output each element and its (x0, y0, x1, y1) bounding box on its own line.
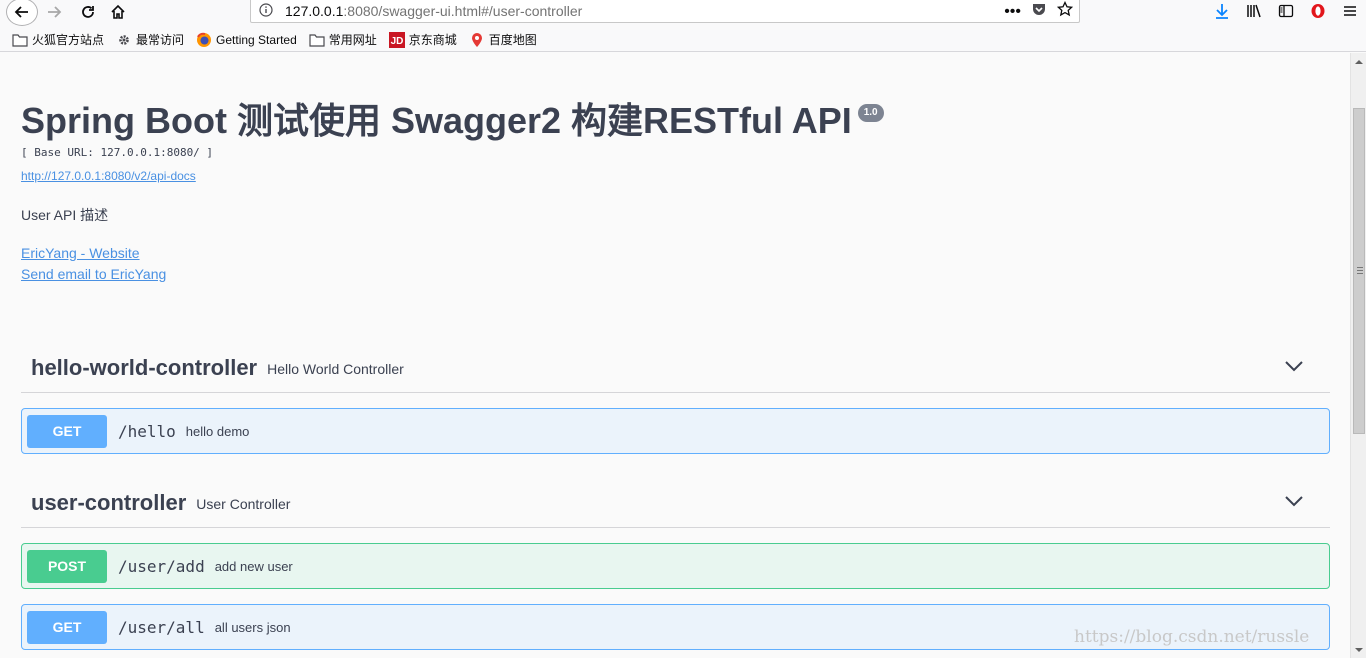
bookmark-label: 火狐官方站点 (32, 33, 105, 47)
download-icon (1216, 4, 1228, 19)
operation-path: /user/add (118, 556, 205, 576)
pocket-icon[interactable] (1031, 1, 1047, 22)
method-badge: GET (27, 610, 107, 644)
website-link[interactable]: EricYang - Website (21, 245, 884, 261)
email-link[interactable]: Send email to EricYang (21, 266, 884, 282)
operation-path: /user/all (118, 617, 205, 637)
arrow-right-icon (48, 6, 62, 18)
operation-summary: hello demo (185, 423, 250, 439)
forward-button[interactable] (40, 0, 68, 24)
vertical-scrollbar[interactable] (1350, 53, 1366, 658)
bookmark-item[interactable]: 百度地图 (469, 31, 537, 48)
api-title: Spring Boot 测试使用 Swagger2 构建RESTful API (21, 100, 852, 141)
operation-path: /hello (118, 421, 176, 441)
scroll-up-arrow[interactable] (1351, 53, 1366, 70)
url-bar[interactable]: 127.0.0.1:8080/swagger-ui.html#/user-con… (250, 0, 1080, 23)
menu-button[interactable] (1338, 0, 1362, 22)
bookmark-star-icon[interactable] (1056, 0, 1074, 22)
tag-name: hello-world-controller (31, 354, 258, 380)
swagger-page: Spring Boot 测试使用 Swagger2 构建RESTful API … (0, 53, 1350, 658)
library-button[interactable] (1242, 0, 1266, 22)
scroll-thumb[interactable] (1353, 108, 1365, 434)
page-actions-icon[interactable]: ••• (1004, 3, 1021, 20)
tag-description: Hello World Controller (267, 360, 404, 377)
bookmarks-toolbar: 火狐官方站点 最常访问 Getting Started 常用网址 JD 京东商城… (0, 28, 1366, 52)
sidebar-button[interactable] (1274, 0, 1298, 22)
chevron-down-icon[interactable] (1284, 494, 1304, 513)
bookmark-label: 常用网址 (328, 33, 377, 47)
method-badge: POST (27, 549, 107, 583)
operation-summary: all users json (214, 619, 291, 635)
bookmark-label: 京东商城 (408, 33, 457, 47)
bookmark-label: Getting Started (216, 32, 297, 47)
scroll-down-arrow[interactable] (1351, 641, 1366, 658)
folder-icon (309, 32, 325, 48)
bookmark-item[interactable]: 火狐官方站点 (12, 31, 104, 48)
sidebar-icon (1278, 4, 1294, 18)
downloads-button[interactable] (1210, 0, 1234, 22)
chevron-down-icon[interactable] (1284, 359, 1304, 378)
opera-button[interactable] (1306, 0, 1330, 22)
url-text[interactable]: 127.0.0.1:8080/swagger-ui.html#/user-con… (285, 3, 582, 19)
api-description: User API 描述 (21, 207, 109, 223)
operation-get-hello[interactable]: GET /hello hello demo (21, 408, 1330, 454)
gear-icon (116, 32, 132, 48)
tag-header-user-controller[interactable]: user-controller User Controller (21, 478, 1330, 528)
arrow-left-icon (14, 6, 28, 18)
reload-icon (82, 6, 94, 18)
version-badge: 1.0 (857, 104, 884, 122)
scroll-grip-icon (1357, 267, 1363, 274)
back-button[interactable] (6, 0, 38, 26)
method-badge: GET (27, 414, 107, 448)
watermark: https://blog.csdn.net/russle (1074, 627, 1310, 647)
api-info: Spring Boot 测试使用 Swagger2 构建RESTful API … (21, 98, 884, 282)
bookmark-item[interactable]: Getting Started (196, 32, 297, 48)
opera-icon (1311, 4, 1325, 18)
tag-name: user-controller (31, 489, 187, 515)
bookmark-item[interactable]: JD 京东商城 (388, 31, 457, 48)
operation-summary: add new user (214, 558, 293, 574)
url-path: :8080/swagger-ui.html#/user-controller (343, 3, 583, 19)
bookmark-item[interactable]: 最常访问 (116, 31, 184, 48)
hamburger-icon (1344, 6, 1356, 16)
folder-icon (12, 32, 28, 48)
url-host: 127.0.0.1 (285, 3, 344, 19)
firefox-icon (196, 32, 212, 48)
reload-button[interactable] (74, 0, 102, 24)
library-icon (1247, 4, 1261, 18)
svg-text:JD: JD (390, 36, 403, 47)
bookmark-item[interactable]: 常用网址 (309, 31, 377, 48)
api-docs-link[interactable]: http://127.0.0.1:8080/v2/api-docs (21, 169, 884, 183)
site-info-icon[interactable] (259, 3, 273, 22)
home-button[interactable] (104, 0, 132, 24)
tag-header-hello-world-controller[interactable]: hello-world-controller Hello World Contr… (21, 343, 1330, 393)
tag-description: User Controller (196, 495, 291, 512)
bookmark-label: 百度地图 (488, 33, 537, 47)
bookmark-label: 最常访问 (136, 33, 185, 47)
jd-logo-icon: JD (388, 31, 405, 48)
map-pin-icon (469, 32, 485, 48)
home-icon (111, 4, 125, 19)
base-url: [ Base URL: 127.0.0.1:8080/ ] (21, 146, 214, 159)
operation-post-user-add[interactable]: POST /user/add add new user (21, 543, 1330, 589)
browser-toolbar: 127.0.0.1:8080/swagger-ui.html#/user-con… (0, 0, 1366, 28)
